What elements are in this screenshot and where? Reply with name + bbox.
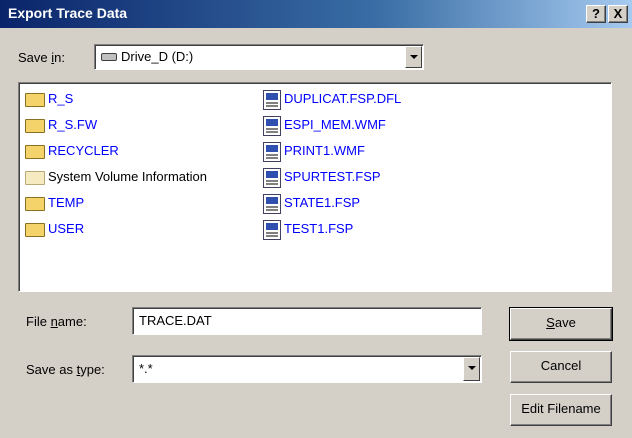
folder-icon xyxy=(25,196,45,211)
help-button[interactable]: ? xyxy=(586,5,606,23)
list-item[interactable]: TEST1.FSP xyxy=(263,219,401,245)
file-icon xyxy=(263,193,281,214)
list-item-label: STATE1.FSP xyxy=(284,195,361,210)
list-item[interactable]: SPURTEST.FSP xyxy=(263,167,401,193)
list-item[interactable]: ESPI_MEM.WMF xyxy=(263,115,401,141)
list-item-label: PRINT1.WMF xyxy=(284,143,365,158)
list-item-label: USER xyxy=(48,221,85,236)
list-item[interactable]: RECYCLER xyxy=(25,141,207,167)
list-item-label: ESPI_MEM.WMF xyxy=(284,117,386,132)
folder-icon xyxy=(25,118,45,133)
edit-filename-button[interactable]: Edit Filename xyxy=(510,394,612,426)
list-item-label: TEST1.FSP xyxy=(284,221,354,236)
folder-icon xyxy=(25,144,45,159)
list-item-label: TEMP xyxy=(48,195,85,210)
cancel-button[interactable]: Cancel xyxy=(510,351,612,383)
list-item-label: R_S.FW xyxy=(48,117,98,132)
file-name-label: File name: xyxy=(26,314,87,329)
save-as-type-label: Save as type: xyxy=(26,362,105,377)
list-item[interactable]: DUPLICAT.FSP.DFL xyxy=(263,89,401,115)
save-button[interactable]: Save xyxy=(509,307,613,341)
file-icon xyxy=(263,219,281,240)
list-item-label: DUPLICAT.FSP.DFL xyxy=(284,91,402,106)
list-item[interactable]: System Volume Information xyxy=(25,167,207,193)
list-item[interactable]: R_S xyxy=(25,89,207,115)
list-item-label: R_S xyxy=(48,91,74,106)
file-icon xyxy=(263,89,281,110)
title-bar[interactable]: Export Trace Data ? X xyxy=(0,0,632,28)
save-as-type-dropdown[interactable]: *.* xyxy=(132,355,482,383)
dialog-title: Export Trace Data xyxy=(8,5,128,21)
folder-icon xyxy=(25,222,45,237)
chevron-down-icon[interactable] xyxy=(463,357,480,381)
file-icon xyxy=(263,141,281,162)
file-name-input[interactable]: TRACE.DAT xyxy=(132,307,482,335)
export-trace-dialog: Export Trace Data ? X Save in: Drive_D (… xyxy=(0,0,632,438)
file-list[interactable]: R_S R_S.FW RECYCLER System Volume Informati… xyxy=(18,82,612,292)
list-item[interactable]: USER xyxy=(25,219,207,245)
list-item[interactable]: R_S.FW xyxy=(25,115,207,141)
save-in-label: Save in: xyxy=(18,50,65,65)
list-item[interactable]: TEMP xyxy=(25,193,207,219)
list-item[interactable]: STATE1.FSP xyxy=(263,193,401,219)
list-item-label: SPURTEST.FSP xyxy=(284,169,381,184)
file-list-column-files: DUPLICAT.FSP.DFL ESPI_MEM.WMF PRINT1.WMF SP… xyxy=(263,89,401,245)
folder-icon xyxy=(25,92,45,107)
list-item-label: RECYCLER xyxy=(48,143,119,158)
file-list-column-folders: R_S R_S.FW RECYCLER System Volume Informati… xyxy=(25,89,207,245)
save-in-value: Drive_D (D:) xyxy=(101,49,193,64)
file-icon xyxy=(263,167,281,188)
list-item-label: System Volume Information xyxy=(48,169,207,184)
save-in-dropdown[interactable]: Drive_D (D:) xyxy=(94,44,424,70)
chevron-down-icon[interactable] xyxy=(405,46,422,68)
save-as-type-value: *.* xyxy=(139,361,153,376)
file-name-value: TRACE.DAT xyxy=(139,313,212,328)
list-item[interactable]: PRINT1.WMF xyxy=(263,141,401,167)
file-icon xyxy=(263,115,281,136)
drive-icon xyxy=(101,52,117,61)
close-button[interactable]: X xyxy=(608,5,628,23)
folder-icon xyxy=(25,170,45,185)
